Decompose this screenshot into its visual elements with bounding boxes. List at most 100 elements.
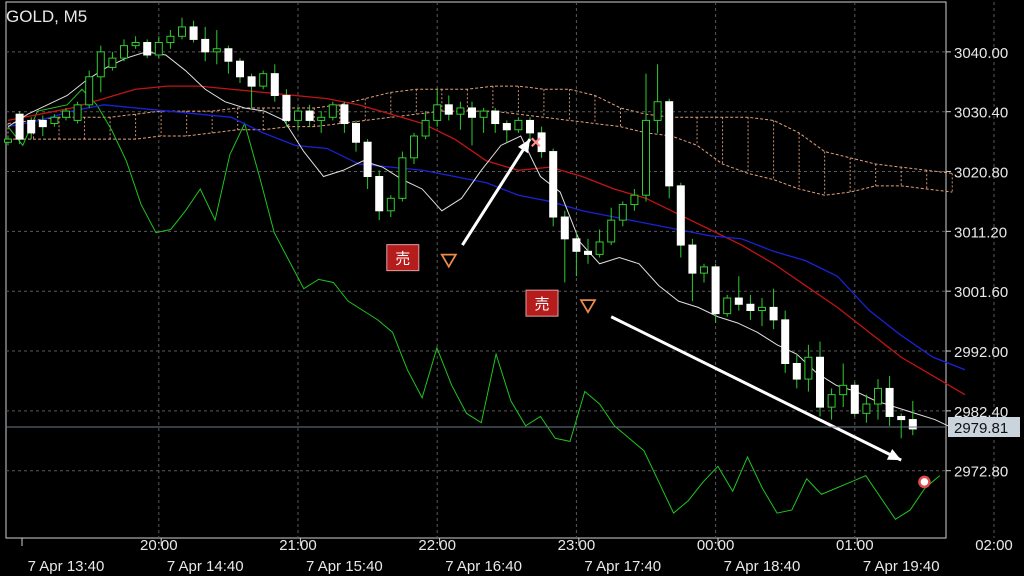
candle-bear [352, 123, 360, 143]
time-label-top: 01:00 [836, 537, 874, 554]
candle-bull [120, 45, 128, 59]
time-label-bottom: 7 Apr 13:40 [28, 558, 105, 575]
price-tick-label: 3040.00 [954, 45, 1008, 62]
candle-bear [572, 238, 581, 252]
time-label-top: 02:00 [975, 537, 1013, 554]
candle-bull [630, 194, 639, 206]
candle-bear [189, 26, 198, 40]
candle-bear [816, 356, 824, 408]
chart-title: GOLD, M5 [6, 7, 87, 26]
candle-bear [885, 387, 894, 417]
candle-bull [421, 119, 430, 137]
candle-bear [340, 104, 349, 125]
time-label-top: 21:00 [279, 537, 317, 554]
candle-bull [827, 394, 836, 408]
candle-bear [27, 119, 36, 134]
candle-bull [479, 110, 488, 118]
time-label-bottom: 7 Apr 18:40 [724, 558, 801, 575]
candle-bull [50, 116, 59, 125]
candle-bull [410, 135, 418, 159]
candle-bear [746, 303, 755, 312]
candle-bear [363, 141, 372, 178]
price-tick-label: 3011.20 [954, 224, 1007, 241]
candle-bull [618, 204, 627, 221]
candle-bull [758, 306, 766, 312]
price-tick-label: 3001.60 [954, 284, 1008, 301]
candle-bear [270, 73, 279, 96]
candle-bull [4, 138, 12, 143]
price-tick-label: 3020.80 [954, 165, 1008, 182]
candle-bear [560, 216, 569, 240]
candle-bull [294, 110, 302, 121]
candle-bull [398, 157, 407, 199]
candle-bear [526, 119, 534, 134]
candle-bear [676, 185, 685, 246]
candle-bear [537, 132, 546, 153]
candle-bear [468, 107, 476, 118]
candle-bear [549, 151, 558, 218]
candle-bull [433, 104, 442, 121]
candle-bull [85, 76, 94, 106]
time-label-bottom: 7 Apr 15:40 [306, 558, 383, 575]
candle-bull [595, 241, 604, 255]
time-label-bottom: 7 Apr 17:40 [584, 558, 661, 575]
candle-bear [665, 101, 674, 187]
candle-bull [607, 219, 616, 243]
price-tick-label: 3030.40 [954, 105, 1008, 122]
current-price-label: 2979.81 [954, 420, 1008, 437]
candle-bull [317, 116, 326, 121]
candle-bear [247, 76, 256, 87]
candle-bear [224, 48, 233, 62]
candle-bear [143, 42, 152, 56]
candle-bull [73, 104, 82, 121]
candle-bear [201, 38, 210, 53]
candle-bear [711, 266, 720, 315]
candle-bull [723, 297, 732, 315]
candle-bear [792, 362, 801, 380]
candle-bear [236, 60, 244, 78]
candle-bear [734, 297, 743, 305]
time-label-top: 20:00 [140, 537, 178, 554]
candle-bear [502, 123, 511, 131]
candle-bull [154, 42, 163, 56]
sell-label-text: 売 [534, 295, 549, 313]
candle-bear [282, 94, 291, 121]
candle-bull [131, 42, 140, 47]
candle-bull [386, 197, 395, 212]
candle-bear [375, 176, 384, 212]
candle-bear [781, 319, 790, 364]
candle-bull [653, 101, 662, 121]
candle-bear [897, 415, 906, 421]
candle-bull [839, 384, 848, 396]
time-label-top: 23:00 [558, 537, 596, 554]
candle-bull [212, 48, 221, 53]
time-label-top: 22:00 [418, 537, 456, 554]
candle-bear [15, 113, 24, 140]
candle-bull [456, 107, 465, 115]
candle-bull [178, 26, 186, 37]
candle-bull [700, 266, 708, 274]
candle-bull [328, 104, 337, 118]
time-label-top: 00:00 [697, 537, 735, 554]
candle-bear [584, 250, 592, 255]
time-label-bottom: 7 Apr 16:40 [445, 558, 522, 575]
candle-bear [769, 306, 778, 321]
candle-bull [862, 403, 871, 414]
price-tick-label: 2992.00 [954, 344, 1008, 361]
time-label-bottom: 7 Apr 19:40 [863, 558, 940, 575]
candle-bull [642, 119, 650, 196]
candle-bull [514, 119, 523, 131]
candle-bull [96, 51, 105, 78]
candle-bear [38, 119, 47, 128]
candle-bear [850, 384, 859, 414]
candle-bull [804, 356, 813, 380]
candle-bear [444, 104, 453, 115]
candle-bear [908, 419, 917, 430]
candle-bull [62, 110, 70, 118]
candle-bull [166, 35, 175, 44]
exit-circle-icon [918, 475, 931, 489]
candle-bear [688, 244, 697, 274]
candle-bull [108, 57, 117, 68]
gold-m5-chart: 売売 3040.003030.403020.803011.203001.6029… [0, 0, 1024, 576]
candle-bear [305, 110, 314, 121]
